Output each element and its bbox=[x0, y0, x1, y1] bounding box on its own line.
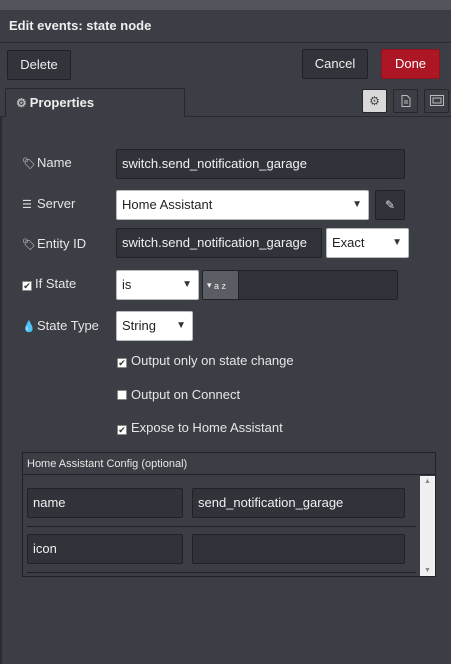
output-on-connect-checkbox[interactable] bbox=[117, 390, 127, 400]
if-state-operator-select[interactable]: is ▼ bbox=[116, 270, 199, 300]
server-icon: ☰ bbox=[22, 199, 32, 211]
entity-match-select[interactable]: Exact ▼ bbox=[326, 228, 409, 258]
drop-icon: 💧 bbox=[22, 321, 36, 333]
config-key-input[interactable]: name bbox=[27, 488, 183, 518]
top-strip bbox=[0, 0, 451, 10]
chevron-down-icon: ▼ bbox=[392, 237, 402, 248]
pencil-icon: ✎ bbox=[384, 198, 396, 212]
gear-icon: ⚙ bbox=[369, 94, 380, 108]
server-select[interactable]: Home Assistant ▼ bbox=[116, 190, 369, 220]
server-label: ☰ Server bbox=[22, 196, 76, 211]
description-tab-button[interactable] bbox=[393, 89, 418, 113]
tag-icon: 🏷 bbox=[22, 158, 36, 170]
type-selector-button[interactable]: ▾ a z bbox=[203, 271, 239, 299]
scroll-down-arrow-icon[interactable]: ▼ bbox=[420, 567, 435, 574]
properties-panel: 🏷Name switch.send_notification_garage ☰ S… bbox=[0, 117, 451, 664]
ha-config-list: name send_notification_garage icon bbox=[23, 476, 420, 576]
entity-id-label: 🏷Entity ID bbox=[22, 236, 87, 251]
config-value-input[interactable]: send_notification_garage bbox=[192, 488, 405, 518]
output-on-connect-option[interactable]: Output on Connect bbox=[117, 387, 240, 402]
edit-server-button[interactable]: ✎ bbox=[375, 190, 405, 220]
cancel-button[interactable]: Cancel bbox=[302, 49, 368, 79]
tag-icon: 🏷 bbox=[22, 239, 36, 251]
entity-id-input[interactable]: switch.send_notification_garage bbox=[116, 228, 322, 258]
config-key-input[interactable]: icon bbox=[27, 534, 183, 564]
row-divider bbox=[27, 572, 416, 573]
expose-option[interactable]: ✔ Expose to Home Assistant bbox=[117, 420, 283, 435]
appearance-tab-button[interactable] bbox=[424, 89, 449, 113]
dialog-title: Edit events: state node bbox=[0, 10, 451, 43]
config-value-input[interactable] bbox=[192, 534, 405, 564]
done-button[interactable]: Done bbox=[381, 49, 440, 79]
chevron-down-icon: ▼ bbox=[352, 199, 362, 210]
ha-config-title: Home Assistant Config (optional) bbox=[23, 453, 435, 475]
name-input[interactable]: switch.send_notification_garage bbox=[116, 149, 405, 179]
dialog-toolbar: Delete Cancel Done bbox=[0, 43, 451, 87]
string-type-icon: a z bbox=[214, 280, 227, 291]
output-on-change-checkbox[interactable]: ✔ bbox=[117, 358, 127, 368]
frame-icon bbox=[429, 95, 444, 106]
output-on-change-option[interactable]: ✔ Output only on state change bbox=[117, 353, 294, 368]
properties-tab-icon-button[interactable]: ⚙ bbox=[362, 89, 387, 113]
tab-bar: ⚙ Properties ⚙ bbox=[0, 87, 451, 118]
if-state-value-input[interactable]: ▾ a z bbox=[202, 270, 398, 300]
chevron-down-icon: ▼ bbox=[176, 320, 186, 331]
state-type-label: 💧State Type bbox=[22, 318, 99, 333]
expose-checkbox[interactable]: ✔ bbox=[117, 425, 127, 435]
scroll-up-arrow-icon[interactable]: ▲ bbox=[420, 478, 435, 485]
tab-properties-label: Properties bbox=[29, 95, 95, 110]
row-divider bbox=[27, 526, 416, 527]
ha-config-section: Home Assistant Config (optional) name se… bbox=[22, 452, 436, 577]
delete-button[interactable]: Delete bbox=[7, 50, 71, 80]
gear-icon: ⚙ bbox=[16, 96, 27, 110]
chevron-down-icon: ▼ bbox=[182, 279, 192, 290]
config-scrollbar[interactable]: ▲ ▼ bbox=[420, 476, 435, 576]
checkbox-icon: ✔ bbox=[22, 281, 32, 291]
if-state-label: ✔ If State bbox=[22, 276, 77, 291]
name-label: 🏷Name bbox=[22, 155, 72, 170]
document-icon bbox=[401, 95, 410, 107]
tab-properties[interactable]: ⚙ Properties bbox=[5, 88, 185, 118]
caret-down-icon: ▾ bbox=[207, 280, 212, 290]
state-type-select[interactable]: String ▼ bbox=[116, 311, 193, 341]
